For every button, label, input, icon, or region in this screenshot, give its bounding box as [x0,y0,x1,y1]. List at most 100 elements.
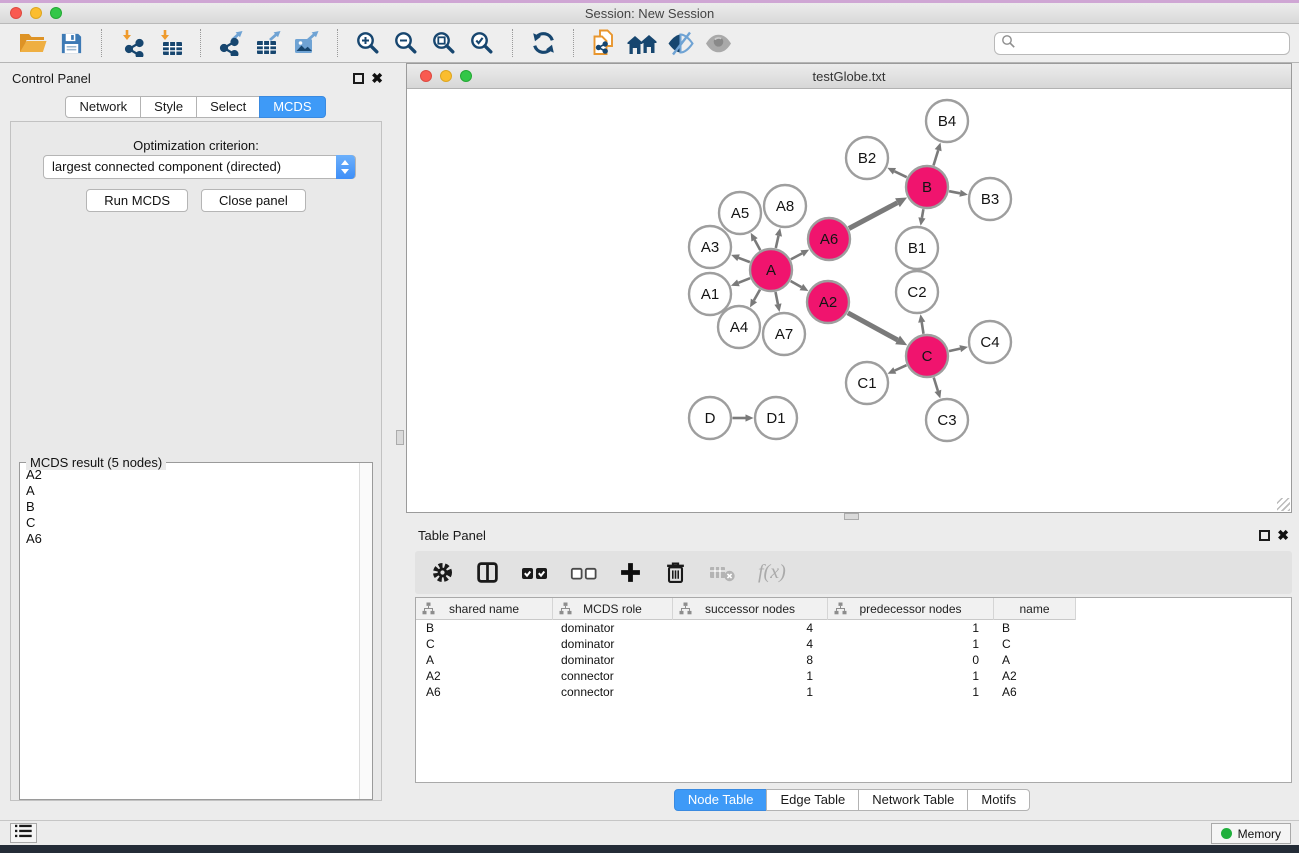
edge-arrow-icon [959,345,968,352]
resize-grip-icon[interactable] [1277,498,1290,511]
edge-C-C2[interactable] [922,322,924,334]
table-row[interactable]: A2connector11A2 [416,668,1291,684]
gear-icon[interactable] [431,559,454,587]
table-cell: 1 [828,684,994,700]
eye-icon[interactable] [701,27,735,59]
zoom-out-icon[interactable] [389,27,423,59]
refresh-icon[interactable] [526,27,560,59]
table-tab-edge-table[interactable]: Edge Table [766,789,859,811]
vertical-splitter-handle[interactable] [396,430,404,445]
tab-mcds[interactable]: MCDS [259,96,325,118]
table-cell: 1 [828,636,994,652]
graphics-details-icon[interactable] [663,27,697,59]
edge-A-A5[interactable] [755,240,761,250]
import-network-icon[interactable] [115,27,149,59]
tab-network[interactable]: Network [65,96,141,118]
tab-style[interactable]: Style [140,96,197,118]
network-canvas[interactable]: B4B2BB3A5A8A6A3AB1A1C2A4A7A2C4CC1C3DD1 [407,90,1291,512]
run-mcds-button[interactable]: Run MCDS [86,189,188,212]
zoom-fit-icon[interactable] [427,27,461,59]
edge-C-C4[interactable] [949,349,960,352]
export-image-icon[interactable] [290,27,324,59]
application-window: Session: New Session Control Panel ✖ Net… [0,0,1299,853]
search-box[interactable] [994,32,1290,55]
result-item[interactable]: B [20,499,359,515]
close-panel-button[interactable]: Close panel [201,189,306,212]
edge-A2-C[interactable] [848,313,898,340]
network-window-titlebar[interactable]: testGlobe.txt [407,64,1291,89]
org-chart-icon [834,602,847,618]
export-table-icon[interactable] [252,27,286,59]
column-header-name[interactable]: name [994,598,1076,620]
column-header-predecessor-nodes[interactable]: predecessor nodes [828,598,994,620]
edge-C-C1[interactable] [895,365,907,370]
clone-network-icon[interactable] [587,27,621,59]
edge-A-A2[interactable] [791,281,802,287]
column-label: shared name [449,602,519,616]
table-cell: 4 [673,620,828,636]
memory-status-icon [1221,828,1232,839]
node-label-A8: A8 [776,198,794,215]
home-icon[interactable] [625,27,659,59]
result-item[interactable]: A2 [20,467,359,483]
table-cell: 0 [828,652,994,668]
edge-A-A3[interactable] [739,258,750,262]
column-header-successor-nodes[interactable]: successor nodes [673,598,828,620]
edge-A-A1[interactable] [738,278,750,283]
add-icon[interactable] [619,559,642,587]
node-table: shared name MCDS rolesuccessor nodesprede… [415,597,1292,783]
close-panel-icon[interactable]: ✖ [371,70,383,87]
horizontal-splitter-handle[interactable] [844,513,859,520]
deselect-all-icon[interactable] [570,559,597,587]
table-row[interactable]: A6connector11A6 [416,684,1291,700]
memory-button[interactable]: Memory [1211,823,1291,844]
table-row[interactable]: Cdominator41C [416,636,1291,652]
float-panel-icon[interactable] [353,73,364,84]
criterion-dropdown[interactable]: largest connected component (directed) [43,155,356,179]
edge-A6-B[interactable] [849,203,898,229]
column-header-shared-name[interactable]: shared name [416,598,553,620]
column-view-icon[interactable] [476,559,499,587]
open-file-icon[interactable] [16,27,50,59]
float-table-panel-icon[interactable] [1259,530,1270,541]
delete-icon[interactable] [664,559,687,587]
tab-select[interactable]: Select [196,96,260,118]
edge-A-A6[interactable] [791,253,802,259]
column-header-MCDS-role[interactable]: MCDS role [553,598,673,620]
result-item[interactable]: A [20,483,359,499]
toolbar-separator [512,29,513,57]
edge-B-B1[interactable] [922,209,924,218]
status-bar: Memory [0,820,1299,845]
node-label-C: C [922,348,933,365]
select-all-icon[interactable] [521,559,548,587]
table-tab-node-table[interactable]: Node Table [674,789,768,811]
import-table-icon[interactable] [153,27,187,59]
status-list-button[interactable] [10,823,37,843]
table-row[interactable]: Bdominator41B [416,620,1291,636]
edge-B-B3[interactable] [949,191,960,193]
zoom-selected-icon[interactable] [465,27,499,59]
edge-A-A8[interactable] [776,236,779,248]
mcds-result-list[interactable]: A2ABCA6 [20,467,359,799]
edge-B-B4[interactable] [934,150,939,165]
close-table-panel-icon[interactable]: ✖ [1277,527,1289,544]
edge-A-A7[interactable] [776,292,778,304]
table-row[interactable]: Adominator80A [416,652,1291,668]
save-session-icon[interactable] [54,27,88,59]
edge-B-B2[interactable] [895,171,907,177]
result-item[interactable]: A6 [20,531,359,547]
edge-arrow-icon [731,280,740,287]
node-label-A4: A4 [730,319,748,336]
result-item[interactable]: C [20,515,359,531]
export-network-icon[interactable] [214,27,248,59]
table-tab-network-table[interactable]: Network Table [858,789,968,811]
edge-C-C3[interactable] [934,378,938,391]
result-scrollbar[interactable] [359,463,372,799]
table-header-row: shared name MCDS rolesuccessor nodesprede… [416,598,1291,620]
zoom-in-icon[interactable] [351,27,385,59]
table-cell: C [416,636,553,652]
table-tab-motifs[interactable]: Motifs [967,789,1030,811]
search-input[interactable] [1020,34,1289,53]
edge-A-A4[interactable] [754,290,760,301]
node-label-A1: A1 [701,286,719,303]
